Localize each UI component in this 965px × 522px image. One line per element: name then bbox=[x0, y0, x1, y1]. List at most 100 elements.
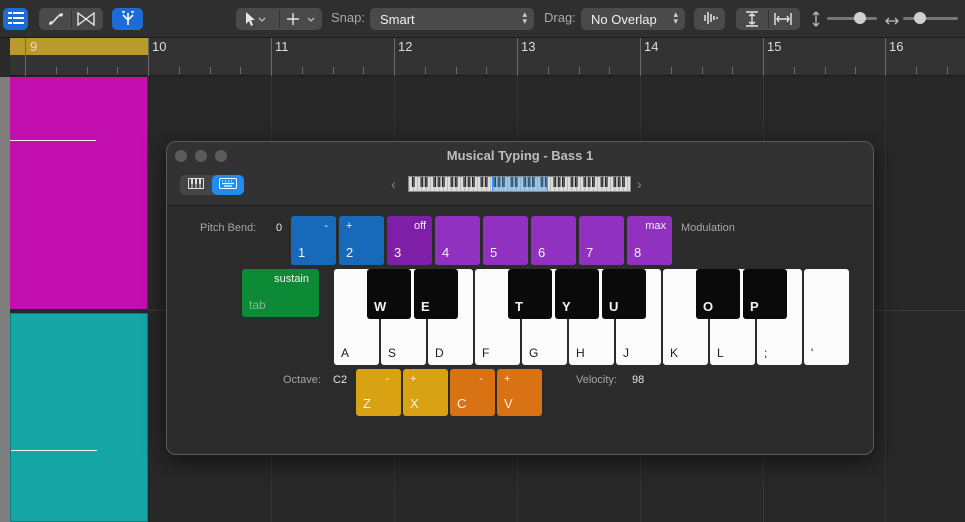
black-key[interactable]: O bbox=[696, 269, 740, 319]
key-c-velocity-down[interactable]: - C bbox=[450, 369, 495, 416]
horizontal-zoom-slider[interactable] bbox=[903, 17, 958, 20]
flex-time-icon[interactable] bbox=[77, 11, 95, 29]
snap-label: Snap: bbox=[331, 10, 365, 25]
midi-region-teal[interactable] bbox=[10, 313, 148, 522]
beat-tick bbox=[179, 67, 180, 74]
beat-tick bbox=[732, 67, 733, 74]
key-letter: D bbox=[435, 346, 444, 360]
catch-button[interactable] bbox=[112, 8, 143, 30]
key-function: + bbox=[504, 373, 511, 385]
key-6-modulation[interactable]: 6 bbox=[531, 216, 576, 265]
key-letter: Y bbox=[562, 299, 571, 314]
vertical-zoom-knob[interactable] bbox=[854, 12, 866, 24]
velocity-label: Velocity: bbox=[576, 374, 617, 386]
bar-number: 9 bbox=[30, 39, 38, 54]
list-editors-button[interactable] bbox=[3, 8, 28, 30]
key-letter: A bbox=[341, 346, 350, 360]
keyboard-range-overview[interactable] bbox=[408, 176, 631, 192]
black-key[interactable]: T bbox=[508, 269, 552, 319]
key-letter: O bbox=[703, 299, 714, 314]
beat-tick bbox=[794, 67, 795, 74]
snap-select[interactable]: Smart ▴ ▾ bbox=[370, 8, 534, 30]
bar-ruler[interactable]: 9 10 11 12 13 14 15 16 bbox=[0, 38, 965, 76]
drag-select[interactable]: No Overlap ▴ ▾ bbox=[581, 8, 685, 30]
window-titlebar[interactable]: Musical Typing - Bass 1 ‹ › bbox=[167, 142, 873, 206]
bar-number: 13 bbox=[521, 39, 536, 54]
divider bbox=[279, 10, 280, 28]
piano-keys-icon bbox=[188, 176, 204, 194]
pointer-tool-icon[interactable] bbox=[244, 11, 266, 30]
horizontal-zoom-knob[interactable] bbox=[914, 12, 926, 24]
octave-range-right-arrow-icon[interactable]: › bbox=[637, 176, 642, 192]
horizontal-fit-icon[interactable] bbox=[774, 12, 792, 29]
bar-line bbox=[640, 38, 641, 76]
key-letter: V bbox=[504, 396, 513, 411]
velocity-value: 98 bbox=[632, 374, 645, 386]
bar-line bbox=[517, 38, 518, 76]
black-key[interactable]: P bbox=[743, 269, 787, 319]
key-function: off bbox=[413, 220, 426, 232]
key-letter: P bbox=[750, 299, 759, 314]
tool-menus-group bbox=[236, 8, 322, 30]
beat-tick bbox=[456, 67, 457, 74]
key-2-pitch-up[interactable]: + 2 bbox=[339, 216, 384, 265]
black-key[interactable]: Y bbox=[555, 269, 599, 319]
typing-mode-button[interactable] bbox=[212, 175, 244, 195]
beat-tick bbox=[855, 67, 856, 74]
octave-label: Octave: bbox=[283, 374, 321, 386]
waveform-icon bbox=[701, 11, 719, 28]
key-letter: E bbox=[421, 299, 430, 314]
bar-line bbox=[25, 38, 26, 76]
marquee-tool-icon[interactable] bbox=[286, 11, 316, 30]
beat-tick bbox=[363, 67, 364, 74]
zoom-fit-group bbox=[736, 8, 800, 30]
black-key[interactable]: U bbox=[602, 269, 646, 319]
key-7-modulation[interactable]: 7 bbox=[579, 216, 624, 265]
key-5-modulation[interactable]: 5 bbox=[483, 216, 528, 265]
key-x-octave-up[interactable]: + X bbox=[403, 369, 448, 416]
beat-tick bbox=[87, 67, 88, 74]
white-key[interactable]: ' bbox=[804, 269, 849, 365]
beat-tick bbox=[702, 67, 703, 74]
key-letter: T bbox=[515, 299, 523, 314]
key-letter: 5 bbox=[490, 245, 498, 260]
pitch-bend-value: 0 bbox=[276, 222, 283, 234]
list-icon bbox=[7, 11, 24, 27]
piano-mode-button[interactable] bbox=[180, 175, 212, 195]
key-letter: ' bbox=[811, 346, 814, 360]
beat-tick bbox=[56, 67, 57, 74]
beat-tick bbox=[425, 67, 426, 74]
automation-flex-group bbox=[39, 8, 103, 30]
waveform-zoom-button[interactable] bbox=[694, 8, 725, 30]
key-3-modulation-off[interactable]: off 3 bbox=[387, 216, 432, 265]
bar-line bbox=[394, 38, 395, 76]
vertical-fit-icon[interactable] bbox=[745, 11, 759, 30]
key-v-velocity-up[interactable]: + V bbox=[497, 369, 542, 416]
modulation-label: Modulation bbox=[681, 222, 735, 234]
typing-piano-keyboard: A S D F G H J K L ; ' W E T Y U O P bbox=[334, 269, 850, 366]
beat-tick bbox=[333, 67, 334, 74]
key-letter: 6 bbox=[538, 245, 546, 260]
vertical-zoom-slider[interactable] bbox=[827, 17, 877, 20]
key-letter: 2 bbox=[346, 245, 354, 260]
key-letter: 8 bbox=[634, 245, 642, 260]
bar-line bbox=[763, 38, 764, 76]
key-z-octave-down[interactable]: - Z bbox=[356, 369, 401, 416]
key-8-modulation-max[interactable]: max 8 bbox=[627, 216, 672, 265]
black-key[interactable]: W bbox=[367, 269, 411, 319]
octave-range-left-arrow-icon[interactable]: ‹ bbox=[391, 176, 396, 192]
key-letter: 1 bbox=[298, 245, 306, 260]
beat-tick bbox=[302, 67, 303, 74]
updown-chevron-icon: ▴ ▾ bbox=[673, 9, 678, 26]
catch-icon bbox=[120, 10, 136, 29]
midi-region-magenta[interactable] bbox=[10, 77, 148, 309]
black-key[interactable]: E bbox=[414, 269, 458, 319]
sustain-key[interactable]: sustain tab bbox=[242, 269, 319, 317]
key-function: + bbox=[410, 373, 417, 385]
keyboard-range-selector[interactable] bbox=[492, 177, 548, 191]
toolbar: Snap: Smart ▴ ▾ Drag: No Overlap ▴ ▾ bbox=[0, 0, 965, 38]
key-4-modulation[interactable]: 4 bbox=[435, 216, 480, 265]
beat-tick bbox=[579, 67, 580, 74]
key-1-pitch-down[interactable]: - 1 bbox=[291, 216, 336, 265]
automation-curve-icon[interactable] bbox=[48, 12, 64, 29]
